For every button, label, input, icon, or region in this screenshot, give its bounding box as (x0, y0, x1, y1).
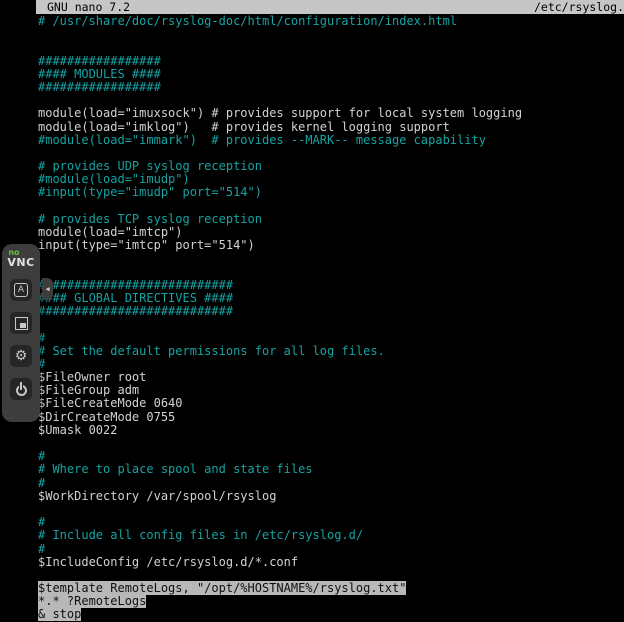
vnc-screen: GNU nano 7.2 /etc/rsyslog. # /usr/share/… (0, 0, 624, 622)
terminal-editor-area[interactable]: # /usr/share/doc/rsyslog-doc/html/config… (38, 15, 624, 622)
line-text: $FileGroup adm (38, 383, 139, 397)
line-text: $FileCreateMode 0640 (38, 396, 183, 410)
line-text: # Set the default permissions for all lo… (38, 344, 385, 358)
fullscreen-button[interactable] (10, 312, 32, 334)
line-text: # (38, 449, 45, 463)
power-icon (16, 385, 27, 396)
line-text: $FileOwner root (38, 370, 146, 384)
line-text: #input(type="imudp" port="514") (38, 185, 262, 199)
line-text: $IncludeConfig /etc/rsyslog.d/*.conf (38, 555, 298, 569)
terminal-line: # /usr/share/doc/rsyslog-doc/html/config… (38, 15, 624, 28)
terminal-line (38, 28, 624, 41)
line-text: $WorkDirectory /var/spool/rsyslog (38, 489, 276, 503)
line-text: module(load="imklog") # provides kernel … (38, 120, 450, 134)
terminal-line (38, 437, 624, 450)
terminal-line: $Umask 0022 (38, 424, 624, 437)
terminal-line: ################# (38, 81, 624, 94)
line-text: #module(load="immark") # provides --MARK… (38, 133, 486, 147)
terminal-line: & stop (38, 608, 624, 621)
novnc-control-bar: no VNC ◀ A ⚙ (2, 244, 40, 422)
line-text: $DirCreateMode 0755 (38, 410, 175, 424)
line-text: ################# (38, 54, 161, 68)
terminal-line: # Where to place spool and state files (38, 463, 624, 476)
line-text: # Where to place spool and state files (38, 462, 313, 476)
line-text: #module(load="imudp") (38, 172, 190, 186)
terminal-line: #module(load="immark") # provides --MARK… (38, 134, 624, 147)
terminal-line: input(type="imtcp" port="514") (38, 239, 624, 252)
line-text: #### GLOBAL DIRECTIVES #### (38, 291, 233, 305)
selected-text: *.* ?RemoteLogs (38, 594, 146, 608)
nano-app-version: GNU nano 7.2 (36, 0, 130, 14)
gear-icon: ⚙ (15, 349, 28, 363)
line-text: input(type="imtcp" port="514") (38, 238, 255, 252)
selected-text: $template RemoteLogs, "/opt/%HOSTNAME%/r… (38, 581, 406, 595)
line-text: module(load="imuxsock") # provides suppo… (38, 106, 522, 120)
novnc-logo: no VNC (7, 249, 34, 268)
terminal-line (38, 503, 624, 516)
terminal-line: $DirCreateMode 0755 (38, 411, 624, 424)
line-text: #### MODULES #### (38, 67, 161, 81)
keyboard-a-icon: A (14, 283, 28, 297)
terminal-line: ########################### (38, 305, 624, 318)
line-text: module(load="imtcp") (38, 225, 183, 239)
line-text: # provides UDP syslog reception (38, 159, 262, 173)
line-text: # /usr/share/doc/rsyslog-doc/html/config… (38, 14, 457, 28)
terminal-line (38, 318, 624, 331)
selected-text: & stop (38, 607, 81, 621)
line-text: # provides TCP syslog reception (38, 212, 262, 226)
novnc-logo-vnc: VNC (7, 257, 34, 268)
terminal-line: *.* ?RemoteLogs (38, 595, 624, 608)
terminal-line: # Set the default permissions for all lo… (38, 345, 624, 358)
fullscreen-icon (15, 317, 28, 330)
collapse-arrow-icon: ◀ (45, 285, 49, 293)
line-text: # (38, 476, 45, 490)
terminal-line: $IncludeConfig /etc/rsyslog.d/*.conf (38, 556, 624, 569)
nano-titlebar: GNU nano 7.2 /etc/rsyslog. (36, 0, 624, 14)
line-text: # (38, 515, 45, 529)
line-text: ################# (38, 80, 161, 94)
terminal-line: $WorkDirectory /var/spool/rsyslog (38, 490, 624, 503)
line-text: # (38, 542, 45, 556)
line-text: ########################### (38, 304, 233, 318)
line-text: $Umask 0022 (38, 423, 117, 437)
line-text: # Include all config files in /etc/rsysl… (38, 528, 363, 542)
control-bar-handle[interactable]: ◀ (42, 278, 53, 300)
terminal-line: # Include all config files in /etc/rsysl… (38, 529, 624, 542)
terminal-line: #input(type="imudp" port="514") (38, 186, 624, 199)
settings-button[interactable]: ⚙ (10, 345, 32, 367)
line-text: ########################### (38, 278, 233, 292)
nano-filename: /etc/rsyslog. (534, 0, 624, 14)
terminal-line (38, 252, 624, 265)
extra-keys-button[interactable]: A (10, 279, 32, 301)
power-button[interactable] (10, 378, 32, 400)
